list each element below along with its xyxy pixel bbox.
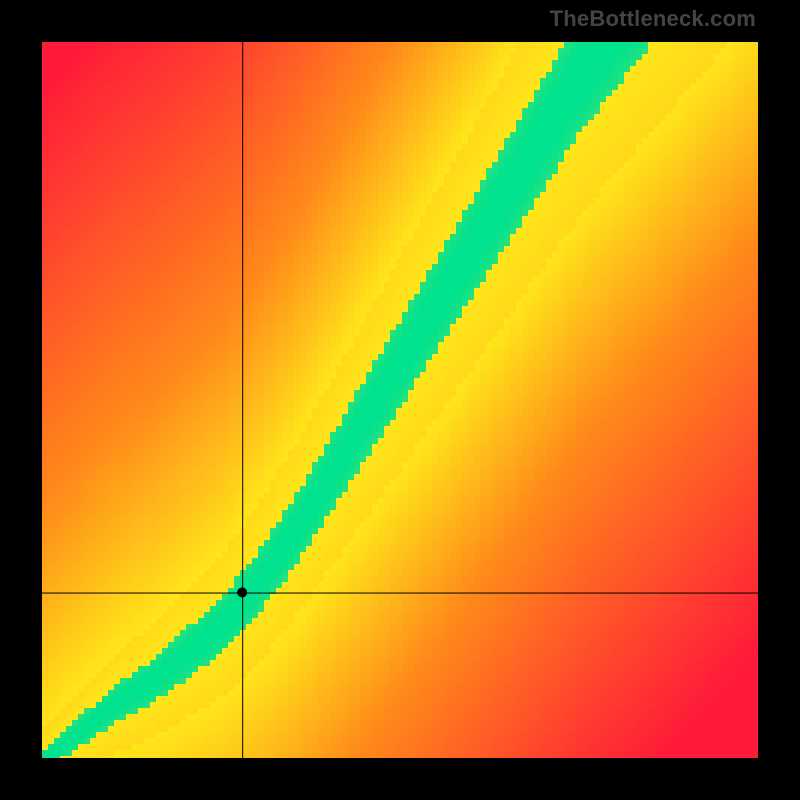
heatmap-plot xyxy=(42,42,758,758)
crosshair-overlay xyxy=(42,42,758,758)
watermark-text: TheBottleneck.com xyxy=(550,6,756,32)
chart-frame: TheBottleneck.com xyxy=(0,0,800,800)
